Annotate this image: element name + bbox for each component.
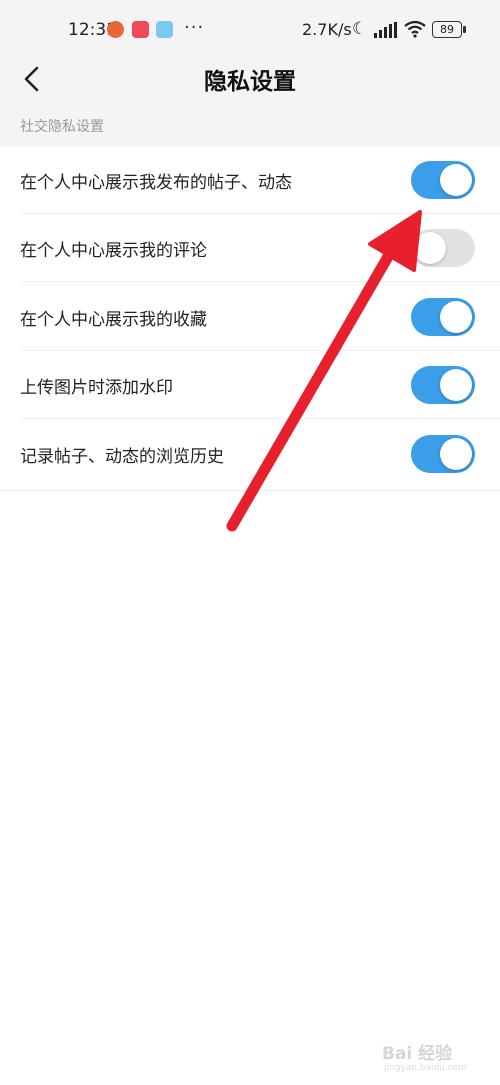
setting-label: 记录帖子、动态的浏览历史 [20, 447, 224, 467]
watermark-logo: Bai 经验 [382, 1044, 453, 1064]
show-comments-toggle[interactable] [411, 229, 475, 267]
app-notification-icon [107, 21, 124, 38]
divider [20, 418, 500, 419]
browse-history-toggle[interactable] [411, 435, 475, 473]
setting-row-show-posts[interactable]: 在个人中心展示我发布的帖子、动态 [0, 146, 500, 214]
toggle-knob [414, 232, 446, 264]
signal-icon [374, 22, 398, 38]
app-notification-icon [132, 21, 149, 38]
network-speed: 2.7K/s [302, 20, 352, 39]
watermark-url: jingyan.baidu.com [384, 1063, 468, 1073]
toggle-knob [440, 301, 472, 333]
toggle-knob [440, 164, 472, 196]
section-title: 社交隐私设置 [20, 119, 104, 135]
setting-label: 上传图片时添加水印 [20, 378, 173, 398]
toggle-knob [440, 438, 472, 470]
setting-label: 在个人中心展示我的评论 [20, 241, 207, 261]
setting-label: 在个人中心展示我的收藏 [20, 310, 207, 330]
more-notifications: ··· [184, 17, 205, 38]
wifi-icon [404, 20, 426, 43]
show-favorites-toggle[interactable] [411, 298, 475, 336]
nav-bar: 隐私设置 [0, 58, 500, 108]
status-bar: 12:31 ··· 2.7K/s ☾ 89 [0, 0, 500, 58]
watermark-toggle[interactable] [411, 366, 475, 404]
section-header: 社交隐私设置 [0, 108, 500, 146]
battery-icon: 89 [432, 21, 466, 38]
setting-row-show-comments[interactable]: 在个人中心展示我的评论 [0, 214, 500, 282]
moon-icon: ☾ [352, 19, 368, 39]
divider [20, 281, 500, 282]
setting-row-show-favorites[interactable]: 在个人中心展示我的收藏 [0, 283, 500, 351]
app-notification-icon [156, 21, 173, 38]
setting-row-browse-history[interactable]: 记录帖子、动态的浏览历史 [0, 420, 500, 488]
settings-list: 在个人中心展示我发布的帖子、动态 在个人中心展示我的评论 在个人中心展示我的收藏… [0, 146, 500, 491]
toggle-knob [440, 369, 472, 401]
setting-label: 在个人中心展示我发布的帖子、动态 [20, 173, 292, 193]
show-posts-toggle[interactable] [411, 161, 475, 199]
setting-row-watermark[interactable]: 上传图片时添加水印 [0, 351, 500, 419]
page-title: 隐私设置 [204, 69, 296, 95]
